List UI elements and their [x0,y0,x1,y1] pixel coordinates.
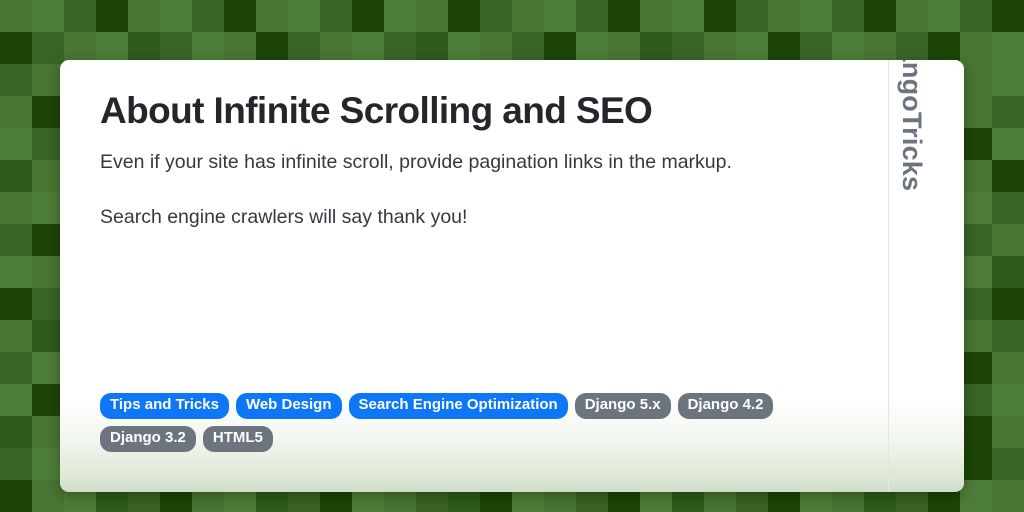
tag-chip[interactable]: Django 3.2 [100,425,196,452]
mosaic-tile [992,288,1024,320]
mosaic-tile [0,352,32,384]
mosaic-tile [960,448,992,480]
mosaic-tile [0,0,32,32]
post-card: About Infinite Scrolling and SEO Even if… [60,60,964,492]
mosaic-tile [32,0,64,32]
mosaic-tile [960,64,992,96]
mosaic-tile [992,320,1024,352]
page-title: About Infinite Scrolling and SEO [100,90,653,131]
tag-list: Tips and Tricks Web Design Search Engine O… [100,393,840,452]
mosaic-tile [288,0,320,32]
mosaic-tile [992,96,1024,128]
mosaic-tile [992,160,1024,192]
mosaic-tile [992,0,1024,32]
mosaic-tile [384,0,416,32]
mosaic-tile [864,0,896,32]
mosaic-tile [960,384,992,416]
post-paragraph-1: Even if your site has infinite scroll, p… [100,151,732,174]
card-sidebar: @DjangoTricks [888,60,964,492]
mosaic-tile [128,0,160,32]
mosaic-tile [992,192,1024,224]
mosaic-tile [192,0,224,32]
mosaic-tile [0,480,32,512]
mosaic-tile [256,0,288,32]
mosaic-tile [0,288,32,320]
mosaic-tile [960,0,992,32]
mosaic-tile [0,64,32,96]
mosaic-tile [736,0,768,32]
page-root: About Infinite Scrolling and SEO Even if… [0,0,1024,512]
mosaic-tile [0,128,32,160]
mosaic-tile [640,0,672,32]
mosaic-tile [224,0,256,32]
mosaic-tile [0,416,32,448]
mosaic-tile [992,224,1024,256]
mosaic-tile [992,480,1024,512]
mosaic-tile [960,416,992,448]
mosaic-tile [160,0,192,32]
mosaic-tile [416,0,448,32]
mosaic-tile [992,416,1024,448]
mosaic-tile [576,0,608,32]
post-paragraph-2: Search engine crawlers will say thank yo… [100,205,468,228]
mosaic-tile [992,32,1024,64]
mosaic-tile [672,0,704,32]
tag-chip[interactable]: Django 5.x [574,393,671,419]
mosaic-tile [0,320,32,352]
mosaic-tile [960,160,992,192]
post-card-main: About Infinite Scrolling and SEO Even if… [60,60,888,492]
mosaic-tile [992,384,1024,416]
tag-chip[interactable]: Tips and Tricks [100,393,229,419]
mosaic-tile [896,0,928,32]
mosaic-tile [608,0,640,32]
mosaic-tile [992,64,1024,96]
mosaic-tile [96,0,128,32]
mosaic-tile [960,288,992,320]
mosaic-tile [320,0,352,32]
mosaic-tile [960,32,992,64]
mosaic-tile [960,320,992,352]
tag-chip[interactable]: Web Design [235,393,342,419]
tag-chip[interactable]: Django 4.2 [677,393,774,419]
mosaic-tile [928,0,960,32]
mosaic-tile [0,448,32,480]
mosaic-tile [448,0,480,32]
mosaic-tile [0,192,32,224]
mosaic-tile [960,192,992,224]
mosaic-tile [832,0,864,32]
mosaic-tile [960,224,992,256]
mosaic-tile [960,256,992,288]
mosaic-tile [960,96,992,128]
mosaic-tile [512,0,544,32]
mosaic-tile [768,0,800,32]
mosaic-tile [960,128,992,160]
mosaic-tile [992,256,1024,288]
mosaic-tile [0,384,32,416]
tag-chip[interactable]: HTML5 [202,425,273,452]
tag-chip[interactable]: Search Engine Optimization [348,393,568,419]
mosaic-tile [544,0,576,32]
mosaic-tile [480,0,512,32]
mosaic-tile [0,256,32,288]
post-body: Even if your site has infinite scroll, p… [100,149,848,258]
mosaic-tile [960,480,992,512]
mosaic-tile [0,160,32,192]
mosaic-tile [0,224,32,256]
mosaic-tile [960,352,992,384]
mosaic-tile [800,0,832,32]
mosaic-tile [992,128,1024,160]
mosaic-tile [992,352,1024,384]
mosaic-tile [0,96,32,128]
mosaic-tile [992,448,1024,480]
mosaic-tile [64,0,96,32]
mosaic-tile [0,32,32,64]
account-handle: @DjangoTricks [896,60,927,192]
mosaic-tile [704,0,736,32]
mosaic-tile [352,0,384,32]
